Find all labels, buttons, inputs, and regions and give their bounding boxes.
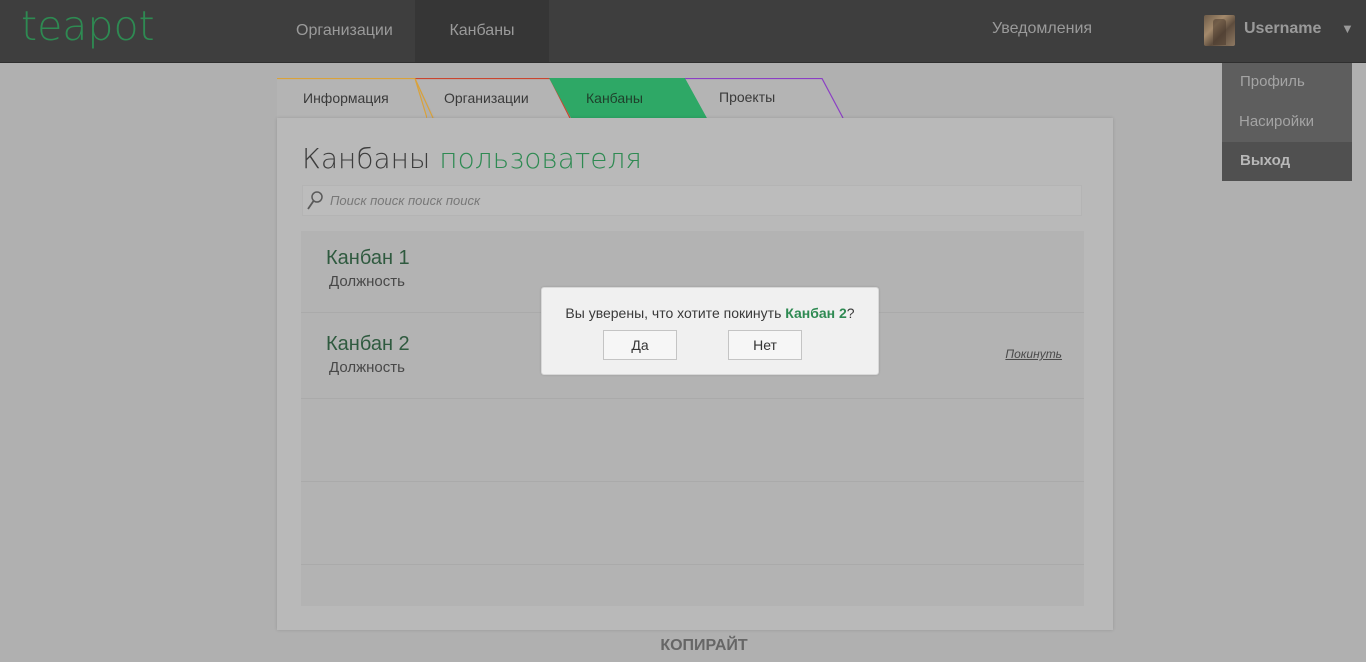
tab-label: Информация [303,90,389,106]
tab-label: Проекты [719,89,776,105]
list-item [301,482,1084,565]
dialog-text: Вы уверены, что хотите покинуть [565,305,786,321]
page-title-plain: Канбаны [302,142,431,175]
dialog-question-mark: ? [846,305,855,321]
no-button[interactable]: Нет [728,330,802,360]
nav-notifications[interactable]: Уведомления [992,0,1092,60]
user-menu: Профиль Насиройки Выход [1222,63,1352,181]
list-item [301,565,1084,606]
page-title: Канбаны пользователя [302,142,642,175]
menu-item-logout[interactable]: Выход [1222,142,1352,181]
avatar[interactable] [1204,15,1235,46]
username[interactable]: Username [1244,20,1321,38]
tab-label: Организации [444,90,529,106]
nav-kanbans[interactable]: Канбаны [415,0,549,62]
dialog-message: Вы уверены, что хотите покинуть Канбан 2… [542,305,878,321]
kanban-role: Должность [329,359,405,376]
yes-button[interactable]: Да [603,330,677,360]
footer-copyright: КОПИРАЙТ [660,637,748,654]
page-title-accent: пользователя [439,142,642,175]
dialog-kanban-name: Канбан 2 [785,305,847,321]
tab-projects[interactable]: Проекты [685,78,845,118]
tab-information[interactable]: Информация [277,78,427,118]
menu-item-profile[interactable]: Профиль [1222,63,1352,101]
leave-link[interactable]: Покинуть [1005,347,1062,361]
search-icon [307,191,323,210]
confirm-dialog: Вы уверены, что хотите покинуть Канбан 2… [541,287,879,375]
kanban-role: Должность [329,273,405,290]
kanban-title[interactable]: Канбан 1 [326,247,410,270]
menu-item-settings[interactable]: Насиройки [1222,103,1352,141]
list-item [301,399,1084,482]
top-navbar: teapot Организации Канбаны Уведомления U… [0,0,1366,63]
nav-organizations[interactable]: Организации [296,0,393,62]
kanban-title[interactable]: Канбан 2 [326,333,410,356]
logo[interactable]: teapot [21,2,155,50]
chevron-down-icon[interactable]: ▼ [1341,21,1354,36]
search-input[interactable] [330,186,1070,215]
tab-label: Канбаны [586,90,643,106]
search-bar [302,185,1082,216]
